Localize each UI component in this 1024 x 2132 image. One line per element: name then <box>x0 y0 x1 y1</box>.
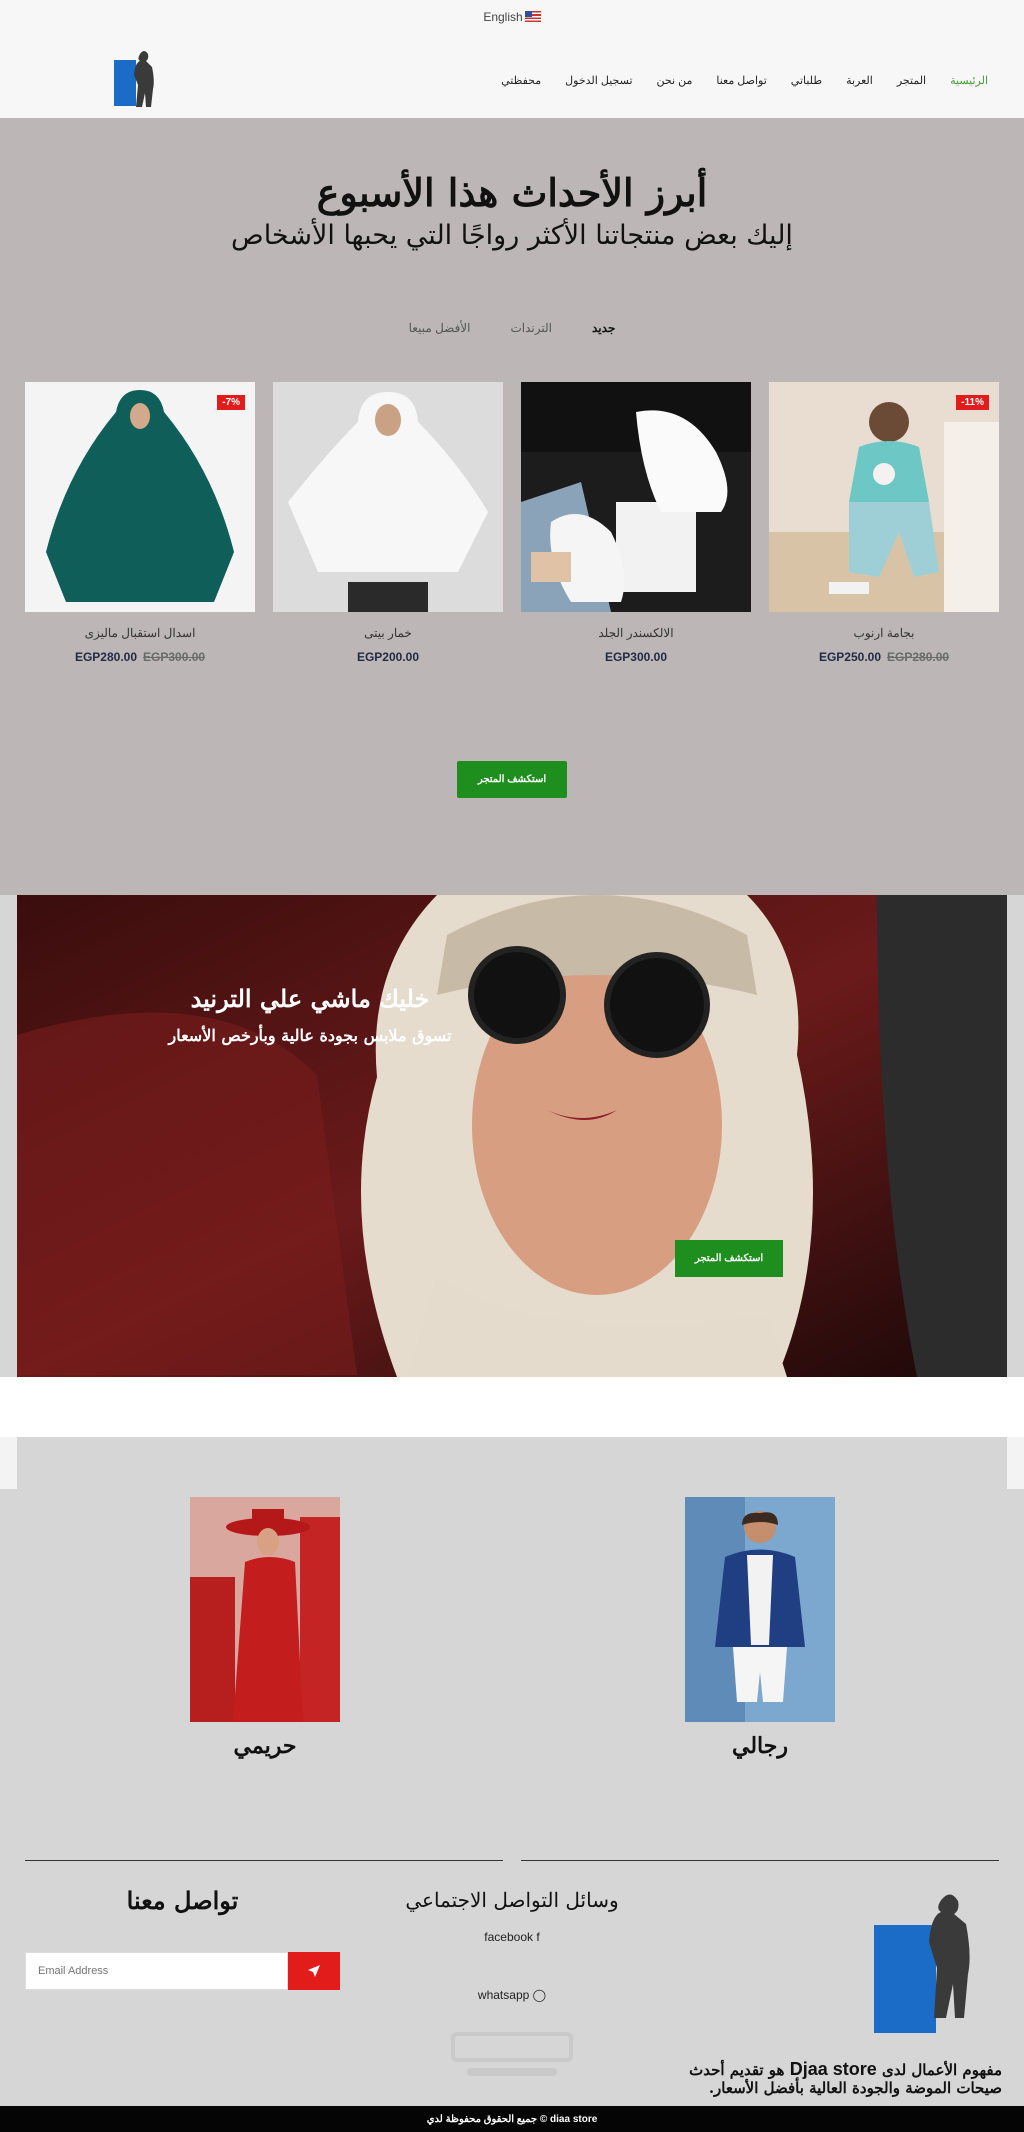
banner-explore-button[interactable]: استكشف المتجر <box>675 1240 783 1277</box>
whatsapp-icon: ◯ <box>532 1988 547 2002</box>
product-price: EGP300.00 <box>521 650 751 664</box>
product-card[interactable]: -7% اسدال استقبال ماليزى EGP280.00 EGP300… <box>25 382 255 664</box>
product-name[interactable]: اسدال استقبال ماليزى <box>25 626 255 640</box>
product-card[interactable]: الالكسندر الجلد EGP300.00 <box>521 382 751 664</box>
current-price: EGP200.00 <box>356 650 420 664</box>
nav-about[interactable]: من نحن <box>657 74 693 87</box>
product-price: EGP280.00 EGP300.00 <box>25 650 255 664</box>
email-input[interactable] <box>25 1952 288 1990</box>
current-price: EGP300.00 <box>604 650 668 664</box>
contact-title: تواصل معنا <box>126 1886 239 1915</box>
banner-subtitle: تسوق ملابس بجودة عالية وبأرخص الأسعار <box>168 1026 452 1045</box>
nav-orders[interactable]: طلباتي <box>791 74 822 87</box>
product-price: EGP200.00 <box>273 650 503 664</box>
discount-badge: -7% <box>217 395 245 410</box>
copyright-text: جميع الحقوق محفوظة لدي © diaa store <box>426 2113 598 2125</box>
tab-new[interactable]: جديد <box>592 321 615 335</box>
explore-store-button[interactable]: استكشف المتجر <box>457 761 567 798</box>
product-tabs: جديد الترندات الأفضل مبيعا <box>0 321 1024 335</box>
nav-home[interactable]: الرئيسية <box>950 74 988 87</box>
footer-divider <box>25 1860 503 1861</box>
categories-section <box>0 1437 1024 1477</box>
old-price: EGP280.00 <box>887 650 950 664</box>
main-nav: الرئيسية المتجر العربة طلباتي تواصل معنا… <box>501 74 988 87</box>
footer-divider <box>521 1860 999 1861</box>
nav-store[interactable]: المتجر <box>897 74 926 87</box>
carousel-prev-button[interactable] <box>0 1437 17 1489</box>
about-prefix: مفهوم الأعمال لدى <box>881 2061 1002 2079</box>
product-image[interactable]: -7% <box>25 382 255 612</box>
hero-banner <box>17 895 1007 1377</box>
product-card[interactable]: -11% بجامة ارنوب EGP250.00 EGP280.00 <box>769 382 999 664</box>
old-price: EGP300.00 <box>143 650 206 664</box>
us-flag-icon[interactable] <box>524 11 541 22</box>
product-card[interactable]: خمار بيتى EGP200.00 <box>273 382 503 664</box>
product-name[interactable]: بجامة ارنوب <box>769 626 999 640</box>
category-women-image[interactable] <box>190 1497 340 1722</box>
carousel-next-button[interactable] <box>1007 1437 1024 1489</box>
current-price: EGP280.00 <box>74 650 137 664</box>
nav-cart[interactable]: العربة <box>846 74 873 87</box>
facebook-icon: f <box>536 1930 540 1944</box>
facebook-link[interactable]: facebook f <box>372 1930 652 1944</box>
current-price: EGP250.00 <box>818 650 881 664</box>
nav-contact[interactable]: تواصل معنا <box>716 74 766 87</box>
highlights-subtitle: إليك بعض منتجاتنا الأكثر رواجًا التي يحب… <box>231 220 793 251</box>
about-brand: Djaa store <box>789 2059 877 2079</box>
product-name[interactable]: الالكسندر الجلد <box>521 626 751 640</box>
social-title: وسائل التواصل الاجتماعي <box>405 1888 619 1912</box>
banner-title: خليك ماشي علي الترنيد <box>190 984 430 1013</box>
watermark-logo <box>451 2032 573 2076</box>
product-image[interactable] <box>273 382 503 612</box>
facebook-label[interactable]: facebook <box>484 1930 533 1944</box>
discount-badge: -11% <box>956 395 989 410</box>
whatsapp-link[interactable]: whatsapp ◯ <box>372 1988 652 2002</box>
about-text: مفهوم الأعمال لدى Djaa store هو تقديم أح… <box>680 2060 1002 2097</box>
category-women-label[interactable]: حريمي <box>165 1733 365 1759</box>
tab-trends[interactable]: الترندات <box>510 321 552 335</box>
product-image[interactable]: -11% <box>769 382 999 612</box>
language-switcher[interactable]: English <box>0 10 1024 24</box>
nav-wallet[interactable]: محفظتي <box>501 74 541 87</box>
footer-logo <box>874 1894 970 2033</box>
product-name[interactable]: خمار بيتى <box>273 626 503 640</box>
tab-best-sellers[interactable]: الأفضل مبيعا <box>409 321 471 335</box>
highlights-title: أبرز الأحداث هذا الأسبوع <box>316 170 708 215</box>
product-price: EGP250.00 EGP280.00 <box>769 650 999 664</box>
send-button[interactable] <box>288 1952 340 1990</box>
whatsapp-label[interactable]: whatsapp <box>478 1988 529 2002</box>
copyright-bar: جميع الحقوق محفوظة لدي © diaa store <box>0 2106 1024 2132</box>
send-icon <box>308 1965 320 1977</box>
category-men-image[interactable] <box>685 1497 835 1722</box>
section-divider <box>0 1377 1024 1437</box>
nav-login[interactable]: تسجيل الدخول <box>565 74 632 87</box>
product-image[interactable] <box>521 382 751 612</box>
store-logo[interactable] <box>112 46 162 110</box>
language-label[interactable]: English <box>483 10 522 24</box>
category-men-label[interactable]: رجالي <box>660 1733 860 1759</box>
